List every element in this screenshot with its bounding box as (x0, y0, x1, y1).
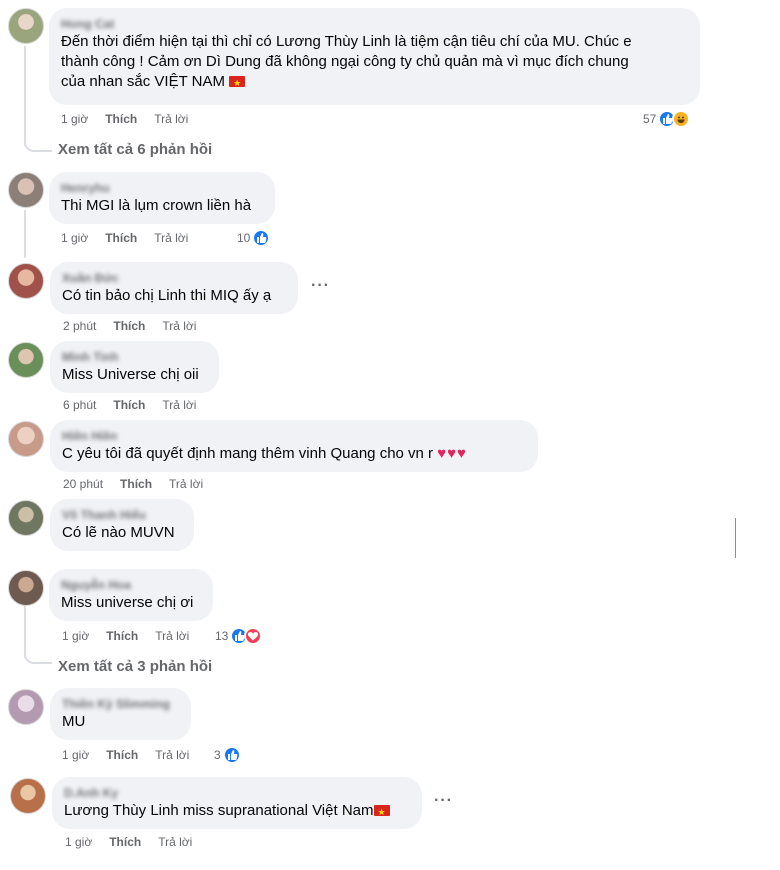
reply-button[interactable]: Trả lời (158, 835, 192, 849)
thread-line (24, 210, 26, 258)
comment-text: Lương Thùy Linh miss supranational Việt … (64, 801, 410, 822)
like-button[interactable]: Thích (109, 835, 141, 849)
like-button[interactable]: Thích (120, 477, 152, 491)
avatar[interactable] (8, 172, 44, 208)
timestamp[interactable]: 1 giờ (61, 112, 88, 126)
thread-line (24, 46, 26, 146)
vietnam-flag-icon (373, 802, 390, 822)
comment-bubble: Thiên Kỳ Slimming MU (50, 688, 191, 740)
reaction-count: 10 (237, 231, 251, 245)
comment-bubble: D.Anh Ky Lương Thùy Linh miss supranatio… (52, 777, 422, 829)
timestamp[interactable]: 6 phút (63, 398, 96, 412)
author-name[interactable]: Hong Cat (61, 16, 688, 32)
reply-button[interactable]: Trả lời (154, 231, 188, 245)
comment-text: C yêu tôi đã quyết định mang thêm vinh Q… (62, 445, 467, 462)
timestamp[interactable]: 20 phút (63, 477, 103, 491)
comment-text: Có tin bảo chị Linh thi MIQ ấy ạ (62, 287, 272, 304)
like-button[interactable]: Thích (105, 231, 137, 245)
reaction-count: 57 (643, 112, 657, 126)
thumbs-up-icon (222, 746, 241, 764)
comment-text: Miss universe chị ơi (61, 594, 194, 611)
author-name[interactable]: Xuân Đức (62, 270, 286, 286)
comment-actions: 1 giờ Thích Trả lời (65, 835, 209, 849)
comment-bubble: Henryhu Thi MGI là lụm crown liền hà (49, 172, 275, 224)
author-name[interactable]: Henryhu (61, 180, 263, 196)
heart-icon (244, 627, 263, 645)
reply-button[interactable]: Trả lời (154, 112, 188, 126)
thread-connector (24, 140, 52, 152)
reply-button[interactable]: Trả lời (162, 398, 196, 412)
timestamp[interactable]: 1 giờ (62, 629, 89, 643)
reply-button[interactable]: Trả lời (169, 477, 203, 491)
comment-bubble: Hiền Hiền C yêu tôi đã quyết định mang t… (50, 420, 538, 472)
thread-connector (24, 652, 52, 664)
comment-text: Miss Universe chị oii (62, 366, 199, 383)
comment-text: Thi MGI là lụm crown liền hà (61, 197, 252, 214)
reply-button[interactable]: Trả lời (155, 748, 189, 762)
comment-actions: 20 phút Thích Trả lời (63, 477, 220, 491)
view-replies-link[interactable]: Xem tất cả 6 phản hồi (58, 141, 212, 158)
comment-actions: 1 giờ Thích Trả lời (61, 231, 205, 245)
reaction-count: 13 (215, 629, 229, 643)
avatar[interactable] (8, 570, 44, 606)
haha-icon (672, 110, 691, 128)
reply-button[interactable]: Trả lời (162, 319, 196, 333)
comment-actions: 1 giờ Thích Trả lời (62, 629, 206, 643)
reaction-count: 3 (214, 748, 221, 762)
timestamp[interactable]: 1 giờ (61, 231, 88, 245)
author-name[interactable]: Võ Thanh Hiếu (62, 507, 182, 523)
comment-actions: 1 giờ Thích Trả lời (61, 112, 205, 126)
vietnam-flag-icon (229, 73, 246, 93)
author-name[interactable]: Hiền Hiền (62, 428, 526, 444)
reaction-summary[interactable]: 13 (215, 627, 263, 645)
comment-bubble: Nguyễn Hoa Miss universe chị ơi (49, 569, 213, 621)
author-name[interactable]: Nguyễn Hoa (61, 577, 201, 593)
avatar[interactable] (8, 8, 44, 44)
comment-actions: 6 phút Thích Trả lời (63, 398, 213, 412)
avatar[interactable] (8, 689, 44, 725)
scrollbar[interactable] (735, 518, 736, 558)
like-button[interactable]: Thích (106, 748, 138, 762)
author-name[interactable]: Thiên Kỳ Slimming (62, 696, 179, 712)
heart-emoji: ♥♥♥ (437, 445, 467, 462)
comment-actions: 1 giờ Thích Trả lời (62, 748, 206, 762)
avatar[interactable] (10, 778, 46, 814)
avatar[interactable] (8, 342, 44, 378)
like-button[interactable]: Thích (113, 319, 145, 333)
more-options-icon[interactable]: ··· (311, 277, 330, 295)
reaction-summary[interactable]: 10 (237, 229, 271, 247)
avatar[interactable] (8, 263, 44, 299)
comment-text: Có lẽ nào MUVN (62, 524, 175, 541)
thumbs-up-icon (252, 229, 271, 247)
comment-bubble: Minh Tinh Miss Universe chị oii (50, 341, 219, 393)
author-name[interactable]: D.Anh Ky (64, 785, 410, 801)
reply-button[interactable]: Trả lời (155, 629, 189, 643)
comment-bubble: Hong Cat Đến thời điểm hiện tại thì chỉ … (49, 8, 700, 105)
comment-text: Đến thời điểm hiện tại thì chỉ có Lương … (61, 32, 688, 93)
like-button[interactable]: Thích (105, 112, 137, 126)
comment-actions (63, 553, 80, 557)
avatar[interactable] (8, 500, 44, 536)
reaction-summary[interactable]: 3 (214, 746, 241, 764)
author-name[interactable]: Minh Tinh (62, 349, 207, 365)
timestamp[interactable]: 2 phút (63, 319, 96, 333)
more-options-icon[interactable]: ··· (434, 792, 453, 810)
like-button[interactable]: Thích (113, 398, 145, 412)
comment-actions: 2 phút Thích Trả lời (63, 319, 213, 333)
comment-text: MU (62, 713, 86, 730)
comment-bubble: Võ Thanh Hiếu Có lẽ nào MUVN (50, 499, 194, 551)
avatar[interactable] (8, 421, 44, 457)
comment-bubble: Xuân Đức Có tin bảo chị Linh thi MIQ ấy … (50, 262, 298, 314)
timestamp[interactable]: 1 giờ (62, 748, 89, 762)
reaction-summary[interactable]: 57 (643, 110, 691, 128)
view-replies-link[interactable]: Xem tất cả 3 phản hồi (58, 658, 212, 675)
like-button[interactable]: Thích (106, 629, 138, 643)
timestamp[interactable]: 1 giờ (65, 835, 92, 849)
thread-line (24, 606, 26, 658)
